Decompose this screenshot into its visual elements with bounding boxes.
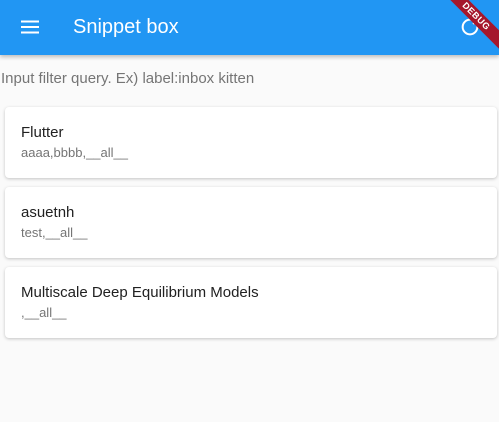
app-root: Snippet box DEBUG Flutter aaaa,bbbb,__al… [0, 0, 499, 422]
snippet-card-multiscale-deq[interactable]: Multiscale Deep Equilibrium Models ,__al… [5, 267, 497, 338]
app-bar: Snippet box [0, 0, 499, 55]
snippet-title: asuetnh [21, 204, 75, 221]
filter-query-input[interactable] [0, 64, 499, 92]
sync-button[interactable] [453, 10, 487, 44]
snippet-title: Flutter [21, 124, 64, 141]
sync-icon [461, 16, 479, 36]
snippet-card-asuetnh[interactable]: asuetnh test,__all__ [5, 187, 497, 258]
app-title: Snippet box [73, 16, 179, 38]
snippet-list: Flutter aaaa,bbbb,__all__ asuetnh test,_… [5, 107, 497, 347]
snippet-title: Multiscale Deep Equilibrium Models [21, 284, 259, 301]
snippet-card-flutter[interactable]: Flutter aaaa,bbbb,__all__ [5, 107, 497, 178]
hamburger-menu-icon [21, 20, 39, 34]
snippet-labels: ,__all__ [21, 305, 67, 320]
snippet-labels: test,__all__ [21, 225, 88, 240]
snippet-labels: aaaa,bbbb,__all__ [21, 145, 128, 160]
menu-button[interactable] [11, 8, 49, 46]
